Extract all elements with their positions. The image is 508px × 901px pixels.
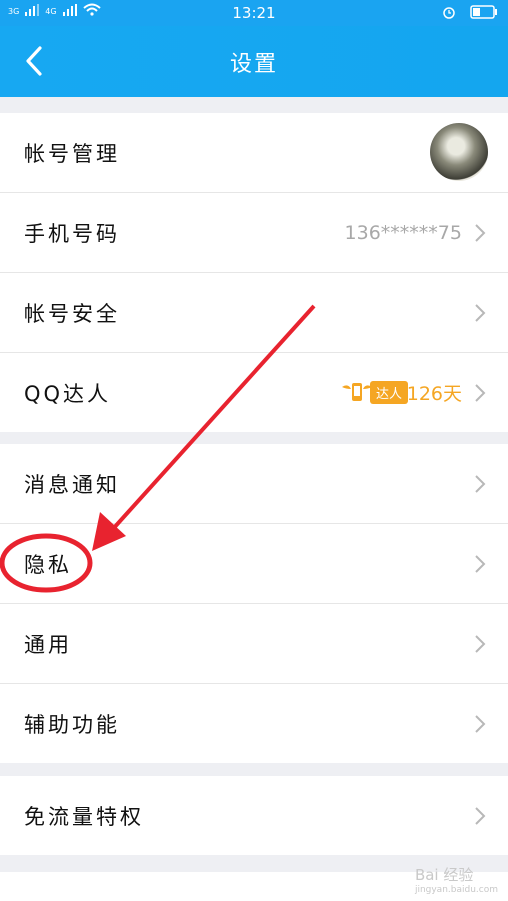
row-label: 通用	[24, 632, 72, 657]
chevron-right-icon	[475, 555, 486, 573]
row-label: 隐私	[24, 552, 72, 577]
daren-badge: 达人	[340, 379, 408, 405]
chevron-right-icon	[475, 807, 486, 825]
row-general[interactable]: 通用	[0, 604, 508, 684]
row-accessibility[interactable]: 辅助功能	[0, 684, 508, 763]
status-bar: 3G 4G 13:21	[0, 0, 508, 26]
row-label: QQ达人	[24, 381, 112, 406]
account-group: 帐号管理 手机号码 136******75 帐号安全 QQ达人 达人 126天	[0, 113, 508, 432]
watermark-brand: Bai 经验	[414, 866, 474, 884]
daren-tag: 达人	[369, 380, 408, 404]
row-account-manage[interactable]: 帐号管理	[0, 113, 508, 193]
daren-days: 126天	[406, 383, 462, 405]
general-group: 消息通知 隐私 通用 辅助功能	[0, 444, 508, 763]
row-label: 免流量特权	[24, 804, 144, 829]
data-free-group: 免流量特权	[0, 776, 508, 855]
row-phone-number[interactable]: 手机号码 136******75	[0, 193, 508, 273]
battery-icon	[470, 5, 497, 19]
status-time: 13:21	[232, 4, 276, 22]
page-title: 设置	[229, 52, 278, 77]
phone-value: 136******75	[344, 221, 462, 244]
winged-phone-icon	[341, 383, 372, 401]
alarm-icon	[443, 7, 455, 19]
chevron-right-icon	[475, 475, 486, 493]
avatar	[430, 123, 488, 181]
chevron-right-icon	[475, 224, 486, 242]
row-qq-daren[interactable]: QQ达人 达人 126天	[0, 353, 508, 432]
row-label: 辅助功能	[24, 712, 120, 737]
row-account-security[interactable]: 帐号安全	[0, 273, 508, 353]
row-label: 手机号码	[24, 221, 120, 246]
chevron-right-icon	[475, 304, 486, 322]
row-label: 帐号管理	[24, 141, 120, 166]
nav-header: 设置	[0, 26, 508, 97]
row-privacy[interactable]: 隐私	[0, 524, 508, 604]
chevron-right-icon	[475, 635, 486, 653]
chevron-right-icon	[475, 715, 486, 733]
row-data-free[interactable]: 免流量特权	[0, 776, 508, 855]
row-label: 消息通知	[24, 472, 120, 497]
watermark: Bai 经验 jingyan.baidu.com	[415, 864, 498, 895]
chevron-right-icon	[475, 384, 486, 402]
row-label: 帐号安全	[24, 301, 120, 326]
row-message-notify[interactable]: 消息通知	[0, 444, 508, 524]
watermark-url: jingyan.baidu.com	[414, 885, 498, 895]
